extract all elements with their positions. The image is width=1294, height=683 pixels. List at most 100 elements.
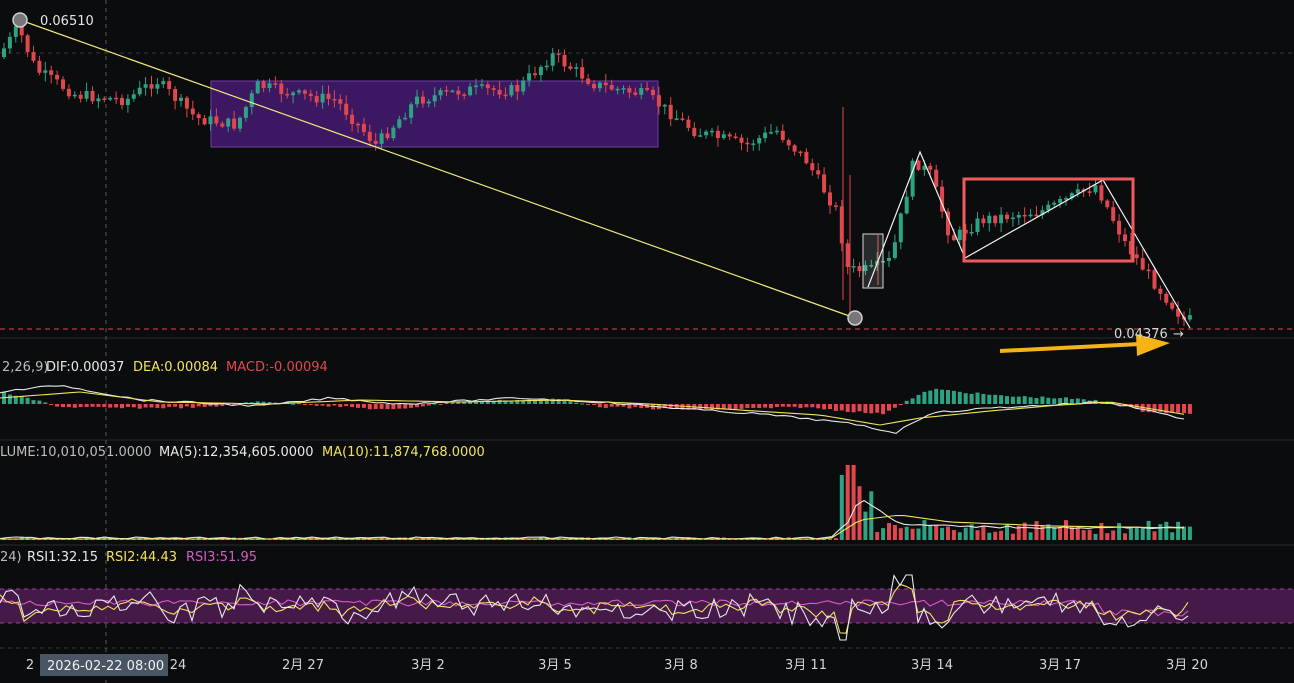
candle: [1134, 246, 1139, 265]
candle: [733, 132, 738, 140]
macd-bar: [1022, 396, 1027, 404]
macd-bar: [603, 404, 608, 409]
macd-bar: [438, 404, 443, 405]
candle: [167, 76, 172, 96]
macd-legend: 2,26,9) DIF:0.00037 DEA:0.00084 MACD:-0.…: [2, 360, 328, 375]
macd-bar: [509, 401, 514, 404]
macd-bar: [96, 404, 101, 407]
macd-bar: [49, 404, 54, 405]
macd-bar: [727, 404, 732, 410]
high-price-label: 0.06510: [40, 14, 94, 29]
macd-bar: [822, 404, 827, 410]
macd-bar: [25, 397, 30, 404]
candle: [173, 85, 178, 110]
trading-chart[interactable]: 0.06510 0.04376 → 2,26,9) DIF:0.00037 DE…: [0, 0, 1294, 683]
macd-bar: [196, 404, 201, 407]
candle: [1111, 200, 1116, 224]
macd-bar: [721, 404, 726, 409]
candle: [72, 91, 77, 99]
candle: [816, 163, 821, 179]
macd-bar: [609, 404, 614, 407]
x-tick-label: 3月 14: [911, 658, 953, 673]
candle: [1093, 179, 1098, 195]
macd-bar: [1034, 398, 1039, 404]
candle: [751, 139, 756, 151]
macd-bar: [1069, 399, 1074, 404]
volume-bar: [940, 527, 945, 540]
macd-bar: [314, 404, 319, 406]
macd-bar: [981, 393, 986, 404]
macd-bar: [308, 404, 313, 405]
macd-bar: [745, 404, 750, 409]
candle: [1016, 211, 1021, 226]
candle: [55, 70, 60, 85]
macd-bar: [125, 404, 130, 407]
candle: [798, 150, 803, 157]
macd-bar: [161, 404, 166, 409]
macd-bar: [751, 404, 756, 408]
candle: [686, 115, 691, 132]
candle: [1034, 205, 1039, 217]
svg-text:MACD:-0.00094: MACD:-0.00094: [226, 360, 328, 375]
candle: [786, 138, 791, 150]
x-tick-label: 2: [26, 658, 34, 673]
volume-bar: [1152, 531, 1157, 540]
candle: [981, 214, 986, 228]
candle: [184, 96, 189, 118]
svg-text:RSI2:44.43: RSI2:44.43: [106, 550, 177, 565]
macd-bar: [149, 404, 154, 408]
candle: [533, 66, 537, 79]
rsi-legend: 24) RSI1:32.15 RSI2:44.43 RSI3:51.95: [0, 550, 257, 565]
volume-bar: [1064, 520, 1068, 540]
chart-canvas[interactable]: 0.06510 0.04376 → 2,26,9) DIF:0.00037 DE…: [0, 0, 1294, 683]
volume-bar: [1164, 521, 1169, 540]
candle: [845, 239, 850, 275]
svg-text:MA(5):12,354,605.0000: MA(5):12,354,605.0000: [159, 445, 314, 460]
macd-bar: [898, 404, 903, 406]
svg-text:DEA:0.00084: DEA:0.00084: [133, 360, 218, 375]
macd-bar: [167, 404, 172, 407]
macd-bar: [957, 391, 962, 404]
candle: [31, 45, 36, 64]
volume-bar: [1146, 520, 1151, 540]
candle: [1146, 263, 1151, 279]
macd-bar: [31, 400, 36, 404]
volume-bar: [881, 528, 886, 540]
macd-bar: [951, 390, 956, 404]
volume-bar: [910, 528, 915, 540]
macd-bar: [379, 404, 384, 409]
svg-text:24): 24): [0, 550, 22, 565]
candles: [2, 18, 1192, 326]
candle: [49, 65, 54, 84]
candle: [580, 58, 585, 84]
macd-bar: [763, 404, 768, 408]
candle: [668, 97, 673, 127]
candle: [149, 75, 154, 97]
volume-legend: LUME:10,010,051.0000 MA(5):12,354,605.00…: [0, 445, 485, 460]
macd-bar: [114, 404, 119, 408]
macd-bar: [757, 404, 762, 409]
macd-bar: [993, 394, 998, 404]
candle: [910, 158, 915, 200]
candle: [704, 129, 709, 139]
macd-bar: [798, 404, 803, 408]
volume-bar: [916, 528, 921, 540]
volume-bar: [1182, 526, 1186, 540]
macd-bar: [173, 404, 178, 407]
candle: [1028, 208, 1033, 218]
candle: [1170, 300, 1175, 311]
volume-bar: [981, 525, 986, 540]
macd-bar: [592, 404, 596, 405]
candle: [892, 234, 897, 260]
volume-bar: [1117, 523, 1122, 540]
candle: [161, 77, 166, 89]
volume-bar: [1128, 527, 1133, 540]
macd-bar: [7, 394, 12, 404]
macd-bar: [332, 404, 337, 406]
macd-bar: [792, 404, 797, 407]
macd-bar: [1052, 398, 1057, 404]
macd-bar: [78, 404, 83, 408]
candle: [698, 128, 703, 138]
macd-bar: [816, 404, 821, 409]
volume-bar: [898, 528, 903, 540]
